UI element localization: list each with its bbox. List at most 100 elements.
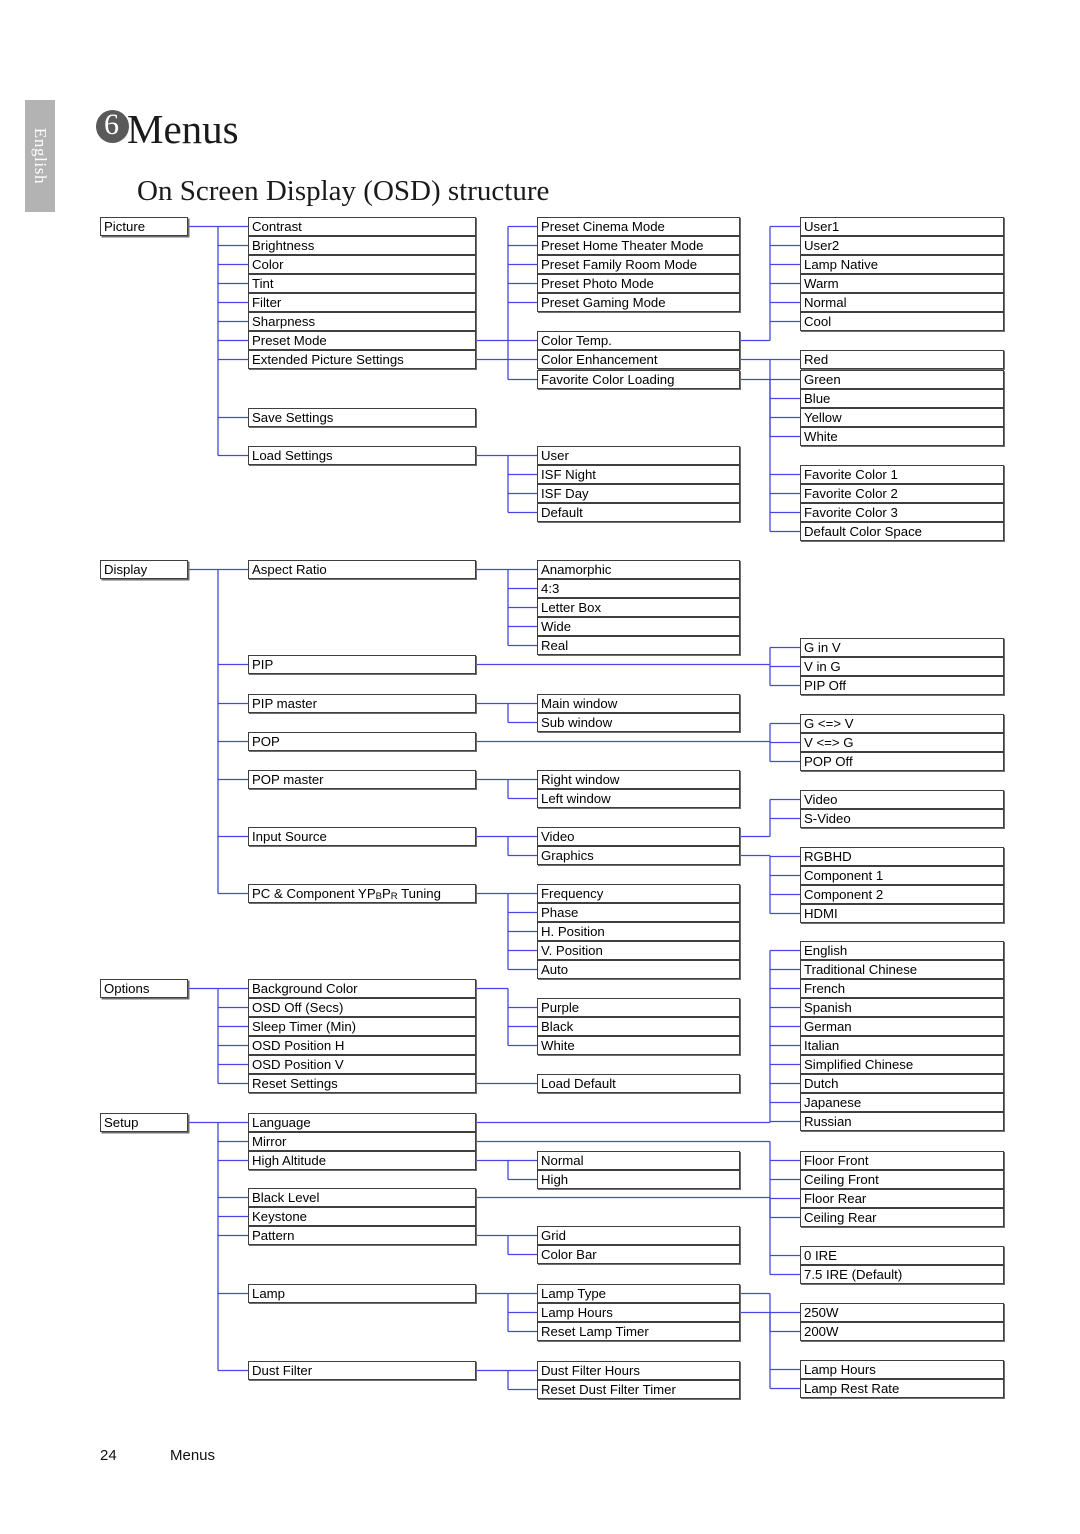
- node-watt-200: 200W: [800, 1322, 1004, 1341]
- node-preset-photo-mode: Preset Photo Mode: [537, 274, 740, 293]
- node-language: Language: [248, 1113, 476, 1132]
- node-background-color: Background Color: [248, 979, 476, 998]
- node-extended-picture-settings: Extended Picture Settings: [248, 350, 476, 369]
- node-frequency: Frequency: [537, 884, 740, 903]
- node-input-source: Input Source: [248, 827, 476, 846]
- node-hdmi: HDMI: [800, 904, 1004, 923]
- node-osd-position-v: OSD Position V: [248, 1055, 476, 1074]
- node-display: Display: [100, 560, 188, 579]
- node-ceiling-rear: Ceiling Rear: [800, 1208, 1004, 1227]
- node-picture: Picture: [100, 217, 188, 236]
- node-lang-simplified-chinese: Simplified Chinese: [800, 1055, 1004, 1074]
- node-osd-off-secs: OSD Off (Secs): [248, 998, 476, 1017]
- node-wide: Wide: [537, 617, 740, 636]
- node-black: Black: [537, 1017, 740, 1036]
- node-options: Options: [100, 979, 188, 998]
- node-lang-german: German: [800, 1017, 1004, 1036]
- node-sharpness: Sharpness: [248, 312, 476, 331]
- node-lang-french: French: [800, 979, 1004, 998]
- node-four-three: 4:3: [537, 579, 740, 598]
- node-floor-front: Floor Front: [800, 1151, 1004, 1170]
- node-lang-japanese: Japanese: [800, 1093, 1004, 1112]
- node-lang-dutch: Dutch: [800, 1074, 1004, 1093]
- node-s-video: S-Video: [800, 809, 1004, 828]
- node-tint: Tint: [248, 274, 476, 293]
- node-color-temp: Color Temp.: [537, 331, 740, 350]
- node-pip: PIP: [248, 655, 476, 674]
- node-high-altitude: High Altitude: [248, 1151, 476, 1170]
- node-color: Color: [248, 255, 476, 274]
- node-brightness: Brightness: [248, 236, 476, 255]
- node-ire-0: 0 IRE: [800, 1246, 1004, 1265]
- node-keystone: Keystone: [248, 1207, 476, 1226]
- node-right-window: Right window: [537, 770, 740, 789]
- node-lamp-native: Lamp Native: [800, 255, 1004, 274]
- node-favorite-color-3: Favorite Color 3: [800, 503, 1004, 522]
- node-pc-component-tuning: PC & Component YPBPR Tuning: [248, 884, 476, 903]
- node-mirror: Mirror: [248, 1132, 476, 1151]
- node-v-swap-g: V <=> G: [800, 733, 1004, 752]
- node-load-settings: Load Settings: [248, 446, 476, 465]
- node-contrast: Contrast: [248, 217, 476, 236]
- node-user: User: [537, 446, 740, 465]
- node-osd-position-h: OSD Position H: [248, 1036, 476, 1055]
- node-pop-master: POP master: [248, 770, 476, 789]
- node-lamp-rest-rate: Lamp Rest Rate: [800, 1379, 1004, 1398]
- node-grid: Grid: [537, 1226, 740, 1245]
- node-auto: Auto: [537, 960, 740, 979]
- node-preset-cinema-mode: Preset Cinema Mode: [537, 217, 740, 236]
- node-pip-off: PIP Off: [800, 676, 1004, 695]
- node-user1: User1: [800, 217, 1004, 236]
- node-ceiling-front: Ceiling Front: [800, 1170, 1004, 1189]
- node-lang-english: English: [800, 941, 1004, 960]
- node-lamp-hours-r: Lamp Hours: [800, 1360, 1004, 1379]
- node-v-position: V. Position: [537, 941, 740, 960]
- node-color-enhancement: Color Enhancement: [537, 350, 740, 369]
- node-reset-dust-filter-timer: Reset Dust Filter Timer: [537, 1380, 740, 1399]
- node-left-window: Left window: [537, 789, 740, 808]
- node-black-level: Black Level: [248, 1188, 476, 1207]
- node-lamp-type: Lamp Type: [537, 1284, 740, 1303]
- node-ire-75: 7.5 IRE (Default): [800, 1265, 1004, 1284]
- node-blue: Blue: [800, 389, 1004, 408]
- node-lamp-hours-m: Lamp Hours: [537, 1303, 740, 1322]
- page-number: 24: [100, 1447, 117, 1464]
- node-g-in-v: G in V: [800, 638, 1004, 657]
- node-sub-window: Sub window: [537, 713, 740, 732]
- node-dust-filter: Dust Filter: [248, 1361, 476, 1380]
- node-pop-off: POP Off: [800, 752, 1004, 771]
- node-filter: Filter: [248, 293, 476, 312]
- node-preset-home-theater-mode: Preset Home Theater Mode: [537, 236, 740, 255]
- node-lang-traditional-chinese: Traditional Chinese: [800, 960, 1004, 979]
- node-purple: Purple: [537, 998, 740, 1017]
- node-preset-mode: Preset Mode: [248, 331, 476, 350]
- manual-page: English 6 Menus On Screen Display (OSD) …: [0, 0, 1080, 1534]
- node-g-swap-v: G <=> V: [800, 714, 1004, 733]
- node-lang-russian: Russian: [800, 1112, 1004, 1131]
- node-anamorphic: Anamorphic: [537, 560, 740, 579]
- node-white-ce: White: [800, 427, 1004, 446]
- node-default: Default: [537, 503, 740, 522]
- node-video-in: Video: [800, 790, 1004, 809]
- node-lang-italian: Italian: [800, 1036, 1004, 1055]
- node-yellow: Yellow: [800, 408, 1004, 427]
- node-letter-box: Letter Box: [537, 598, 740, 617]
- node-high-alt: High: [537, 1170, 740, 1189]
- node-sleep-timer-min: Sleep Timer (Min): [248, 1017, 476, 1036]
- node-white-bg: White: [537, 1036, 740, 1055]
- node-setup: Setup: [100, 1113, 188, 1132]
- node-cool: Cool: [800, 312, 1004, 331]
- node-graphics: Graphics: [537, 846, 740, 865]
- osd-structure-diagram: Picture Display Options Setup Contrast Bright…: [0, 0, 1080, 1534]
- node-isf-night: ISF Night: [537, 465, 740, 484]
- node-dust-filter-hours: Dust Filter Hours: [537, 1361, 740, 1380]
- node-phase: Phase: [537, 903, 740, 922]
- node-load-default: Load Default: [537, 1074, 740, 1093]
- node-floor-rear: Floor Rear: [800, 1189, 1004, 1208]
- node-favorite-color-1: Favorite Color 1: [800, 465, 1004, 484]
- node-isf-day: ISF Day: [537, 484, 740, 503]
- node-video-src: Video: [537, 827, 740, 846]
- node-pip-master: PIP master: [248, 694, 476, 713]
- node-pop: POP: [248, 732, 476, 751]
- node-normal-ct: Normal: [800, 293, 1004, 312]
